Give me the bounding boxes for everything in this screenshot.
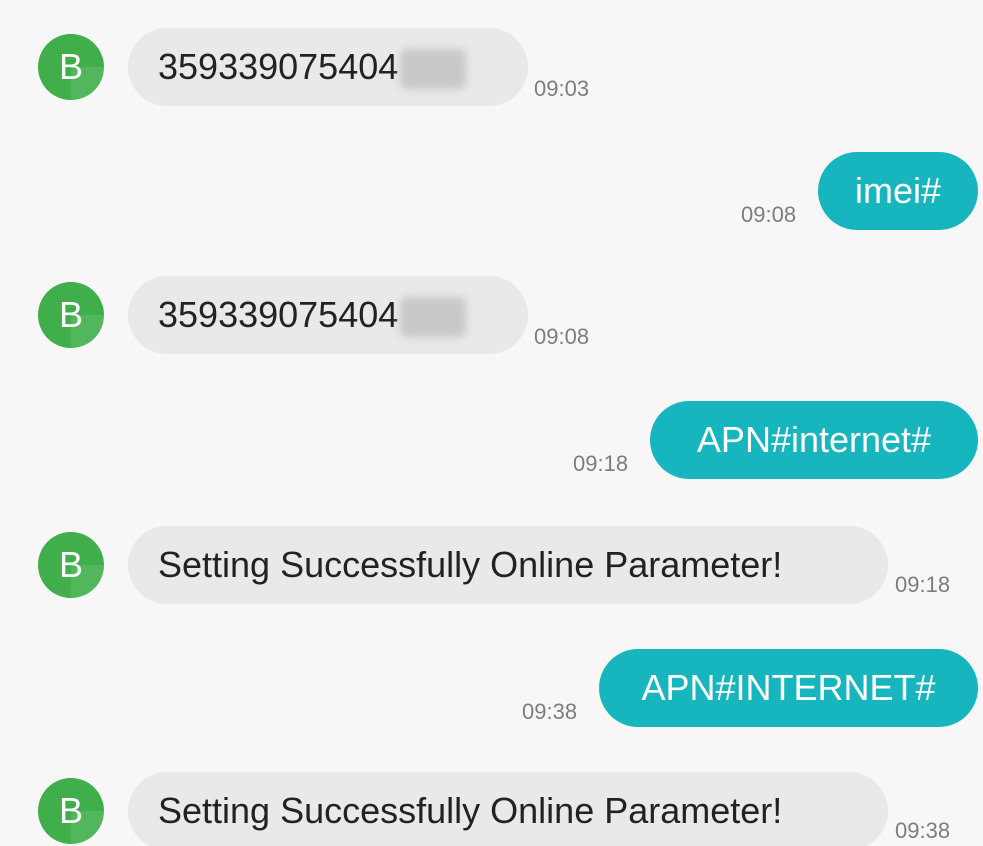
incoming-message-bubble[interactable]: Setting Successfully Online Parameter! <box>128 526 888 604</box>
message-timestamp: 09:03 <box>534 76 590 101</box>
avatar-letter: B <box>58 294 83 335</box>
message-timestamp: 09:38 <box>895 818 951 843</box>
message-text: imei# <box>854 170 942 211</box>
contact-avatar[interactable]: B <box>38 282 104 348</box>
incoming-message-bubble[interactable]: 359339075404 <box>128 276 528 354</box>
message-text: APN#internet# <box>696 419 932 460</box>
avatar-letter: B <box>58 544 83 585</box>
message-text: Setting Successfully Online Parameter! <box>158 790 783 831</box>
message-text: 359339075404 <box>158 294 399 335</box>
incoming-message-bubble[interactable]: Setting Successfully Online Parameter! <box>128 772 888 846</box>
message-timestamp: 09:08 <box>741 202 797 227</box>
message-thread: B 359339075404 09:03 09:08 imei# B 35933… <box>0 0 983 846</box>
contact-avatar[interactable]: B <box>38 778 104 844</box>
redacted-digits <box>400 297 467 338</box>
contact-avatar[interactable]: B <box>38 532 104 598</box>
outgoing-message-bubble[interactable]: APN#internet# <box>650 401 978 479</box>
contact-avatar[interactable]: B <box>38 34 104 100</box>
message-timestamp: 09:38 <box>522 699 578 724</box>
message-timestamp: 09:18 <box>895 572 951 597</box>
outgoing-message-bubble[interactable]: APN#INTERNET# <box>599 649 978 727</box>
outgoing-message-bubble[interactable]: imei# <box>818 152 978 230</box>
message-text: 359339075404 <box>158 46 399 87</box>
message-timestamp: 09:18 <box>573 451 629 476</box>
redacted-digits <box>400 49 467 90</box>
message-text: Setting Successfully Online Parameter! <box>158 544 783 585</box>
message-text: APN#INTERNET# <box>641 667 936 708</box>
message-timestamp: 09:08 <box>534 324 590 349</box>
incoming-message-bubble[interactable]: 359339075404 <box>128 28 528 106</box>
avatar-letter: B <box>58 790 83 831</box>
avatar-letter: B <box>58 46 83 87</box>
